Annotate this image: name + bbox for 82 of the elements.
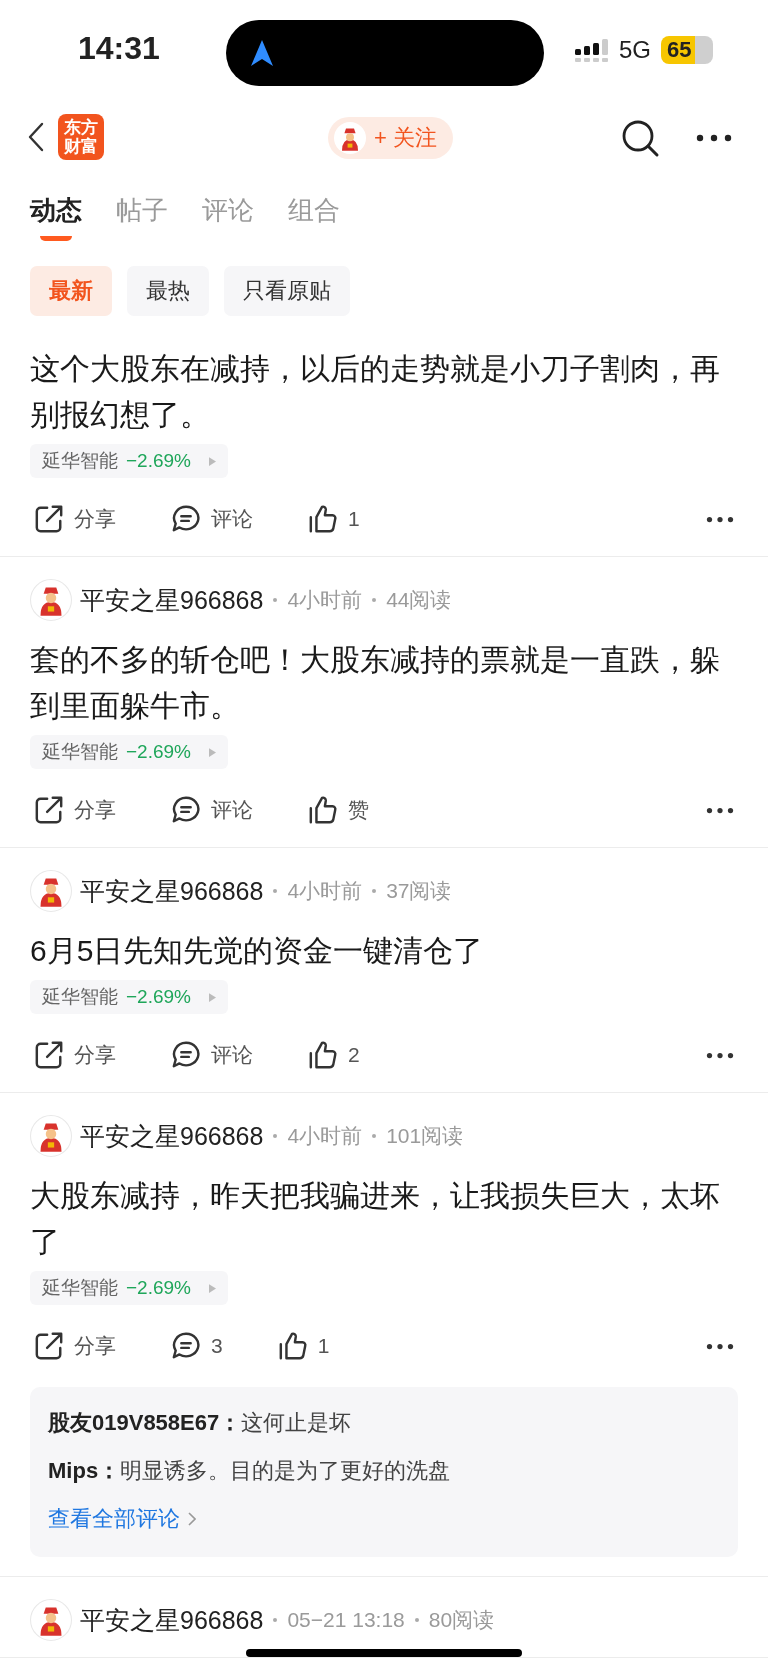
avatar-icon[interactable] [30,870,72,912]
read-count: 44阅读 [386,587,452,613]
comment-count[interactable]: 评论 [211,505,253,533]
comment-icon[interactable] [171,1040,201,1070]
post-time: 4小时前 [287,587,363,613]
stock-change: −2.69% [126,450,191,472]
location-arrow-icon [250,39,274,67]
more-icon[interactable] [706,1342,734,1350]
battery-indicator: 65 [661,36,713,64]
comment-count[interactable]: 3 [211,1334,223,1358]
search-icon[interactable] [620,118,660,158]
play-icon [209,747,216,757]
share-label[interactable]: 分享 [74,1332,116,1360]
avatar-icon[interactable] [30,579,72,621]
post-text: 大股东减持，昨天把我骗进来，让我损失巨大，太坏了 [30,1178,721,1260]
thumbs-up-icon[interactable] [308,795,338,825]
avatar-icon[interactable] [30,1599,72,1641]
share-icon[interactable] [34,1040,64,1070]
more-icon[interactable] [706,515,734,523]
play-icon [209,992,216,1002]
comment-icon[interactable] [171,1331,201,1361]
share-label[interactable]: 分享 [74,796,116,824]
more-icon[interactable] [706,1051,734,1059]
post-text: 6月5日先知先觉的资金一键清仓了 [30,933,485,969]
like-count[interactable]: 1 [317,1334,330,1358]
filter-chip[interactable]: 最热 [127,266,209,316]
stock-change: −2.69% [126,986,191,1008]
stock-change: −2.69% [126,741,191,763]
play-icon [209,456,216,466]
author-name[interactable]: 平安之星966868 [80,583,264,617]
share-icon[interactable] [34,504,64,534]
post-text: 套的不多的斩仓吧！大股东减持的票就是一直跌，躲到里面躲牛市。 [30,642,721,724]
comment-icon[interactable] [171,795,201,825]
chevron-right-icon[interactable] [188,1512,196,1526]
filter-chip[interactable]: 只看原贴 [224,266,350,316]
app-logo: 东方 财富 [58,114,104,160]
signal-icon [575,37,609,63]
tab-underline [40,236,72,241]
comment-icon[interactable] [171,504,201,534]
author-name[interactable]: 平安之星966868 [80,1603,264,1637]
more-icon[interactable] [696,134,732,142]
stock-name: 延华智能 [42,985,118,1009]
comment-text: Mips：明显诱多。目的是为了更好的洗盘 [48,1457,452,1485]
status-time: 14:31 [78,30,160,67]
stock-name: 延华智能 [42,1276,118,1300]
share-label[interactable]: 分享 [74,1041,116,1069]
post-text: 这个大股东在减持，以后的走势就是小刀子割肉，再别报幻想了。 [30,351,721,433]
post-time: 4小时前 [287,878,363,904]
stock-tag[interactable]: 延华智能 −2.69% [30,444,228,478]
post-time: 4小时前 [287,1123,363,1149]
view-all-comments-link[interactable]: 查看全部评论 [48,1504,180,1534]
like-count[interactable]: 1 [348,507,360,531]
comment-count[interactable]: 评论 [211,1041,253,1069]
read-count: 101阅读 [386,1123,464,1149]
like-count[interactable]: 赞 [348,796,369,824]
stock-name: 延华智能 [42,740,118,764]
thumbs-up-icon[interactable] [308,1040,338,1070]
like-count[interactable]: 2 [348,1043,360,1067]
back-icon[interactable] [28,122,44,152]
read-count: 80阅读 [428,1607,495,1633]
stock-tag[interactable]: 延华智能 −2.69% [30,980,228,1014]
author-name[interactable]: 平安之星966868 [80,1119,264,1153]
read-count: 37阅读 [386,878,452,904]
comment-count[interactable]: 评论 [211,796,253,824]
more-icon[interactable] [706,806,734,814]
share-icon[interactable] [34,1331,64,1361]
play-icon [209,1283,216,1293]
tab[interactable]: 动态 [30,192,82,228]
share-icon[interactable] [34,795,64,825]
stock-name: 延华智能 [42,449,118,473]
avatar-icon [334,122,366,154]
avatar-icon[interactable] [30,1115,72,1157]
post-time: 05−21 13:18 [287,1608,405,1632]
stock-tag[interactable]: 延华智能 −2.69% [30,1271,228,1305]
author-name[interactable]: 平安之星966868 [80,874,264,908]
thumbs-up-icon[interactable] [308,504,338,534]
stock-change: −2.69% [126,1277,191,1299]
comment-text: 股友019V858E67：这何止是坏 [48,1409,353,1437]
stock-tag[interactable]: 延华智能 −2.69% [30,735,228,769]
network-label: 5G [619,36,651,64]
thumbs-up-icon[interactable] [277,1331,308,1361]
share-label[interactable]: 分享 [74,505,116,533]
